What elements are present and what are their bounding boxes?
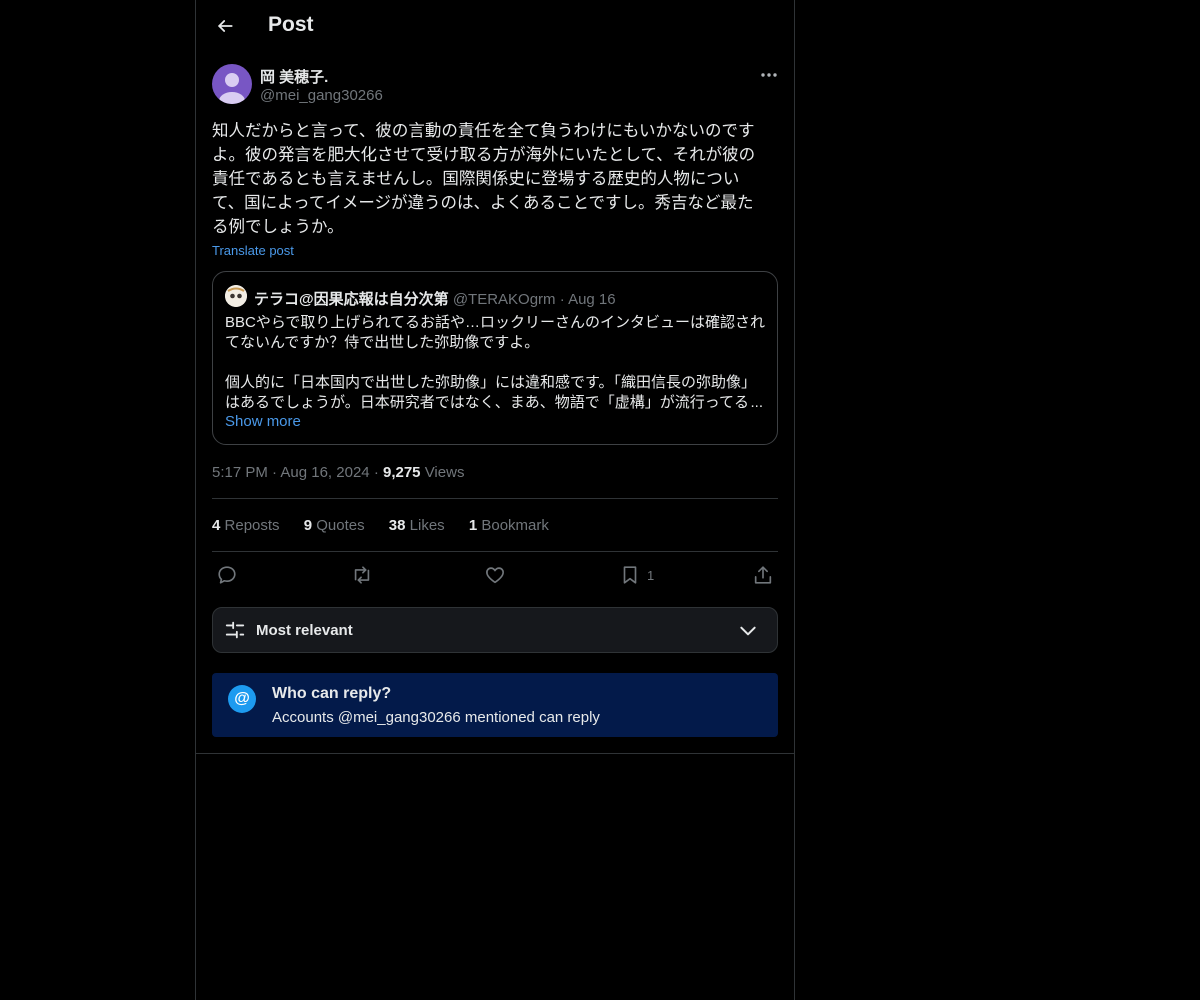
author-handle[interactable]: @mei_gang30266 — [260, 87, 383, 104]
quote-date: Aug 16 — [568, 291, 616, 308]
page-title: Post — [268, 13, 314, 36]
back-button[interactable] — [212, 13, 238, 39]
sort-label: Most relevant — [256, 622, 353, 639]
chevron-down-icon — [740, 626, 756, 636]
share-button[interactable] — [752, 564, 774, 586]
post-text: 知人だからと言って、彼の言動の責任を全て負うわけにもいかないのです よ。彼の発言… — [212, 122, 756, 236]
translate-post-link[interactable]: Translate post — [212, 243, 294, 258]
who-can-reply-title: Who can reply? — [272, 685, 392, 702]
bookmark-icon — [623, 566, 637, 584]
reply-button[interactable] — [216, 564, 238, 586]
who-can-reply-notice: @ Who can reply? Accounts @mei_gang30266… — [212, 673, 778, 737]
post-column: Post 岡 美穂子. @mei_gang30266 知人だからと言って、彼の言… — [195, 0, 795, 1000]
divider — [212, 551, 778, 552]
more-horizontal-icon — [761, 73, 777, 77]
bookmark-count: 1 — [647, 567, 655, 583]
like-button[interactable] — [484, 564, 506, 586]
quote-author-avatar — [225, 285, 247, 307]
bookmark-button[interactable]: 1 — [619, 564, 654, 586]
views-label: Views — [424, 464, 465, 481]
bookmarks-stat[interactable]: 1 Bookmark — [469, 517, 549, 534]
engagement-stats: 4 Reposts 9 Quotes 38 Likes 1 Bookmark — [212, 517, 569, 534]
share-icon — [754, 566, 772, 584]
quote-author-handle: @TERAKOgrm — [452, 291, 556, 308]
top-bar: Post — [196, 0, 794, 53]
sliders-icon — [225, 621, 245, 639]
show-more-link[interactable]: Show more — [225, 413, 301, 430]
meta-separator: · — [272, 464, 278, 481]
quoted-post[interactable]: テラコ@因果応報は自分次第 @TERAKOgrm · Aug 16 BBCやらで… — [212, 271, 778, 445]
post-time[interactable]: 5:17 PM — [212, 464, 268, 481]
reposts-stat[interactable]: 4 Reposts — [212, 517, 280, 534]
meta-separator: · — [373, 464, 379, 481]
views-count: 9,275 — [382, 464, 421, 481]
more-options-button[interactable] — [758, 66, 780, 84]
post-meta: 5:17 PM · Aug 16, 2024 · 9,275 Views — [212, 464, 464, 481]
quote-header: テラコ@因果応報は自分次第 @TERAKOgrm · Aug 16 — [254, 288, 616, 309]
author-name[interactable]: 岡 美穂子. — [260, 66, 328, 87]
who-can-reply-subtitle: Accounts @mei_gang30266 mentioned can re… — [272, 709, 600, 726]
likes-stat[interactable]: 38 Likes — [389, 517, 445, 534]
arrow-left-icon — [218, 20, 233, 32]
divider — [212, 498, 778, 499]
section-divider — [196, 753, 794, 754]
post-date[interactable]: Aug 16, 2024 — [280, 464, 369, 481]
reply-sort-dropdown[interactable]: Most relevant — [212, 607, 778, 653]
heart-icon — [486, 567, 504, 584]
repost-icon — [354, 566, 370, 584]
quotes-stat[interactable]: 9 Quotes — [304, 517, 365, 534]
default-avatar-icon — [219, 73, 245, 104]
quote-text: BBCやらで取り上げられてるお話や…ロックリーさんのインタビューは確認され てな… — [225, 314, 765, 411]
quote-truncation: ... — [748, 393, 763, 413]
repost-button[interactable] — [350, 564, 374, 586]
at-icon: @ — [228, 685, 256, 713]
quote-separator: · — [559, 291, 565, 308]
quote-avatar-icon — [225, 285, 247, 307]
author-avatar[interactable] — [212, 64, 252, 104]
quote-author-name: テラコ@因果応報は自分次第 — [254, 291, 449, 308]
reply-icon — [218, 566, 236, 584]
